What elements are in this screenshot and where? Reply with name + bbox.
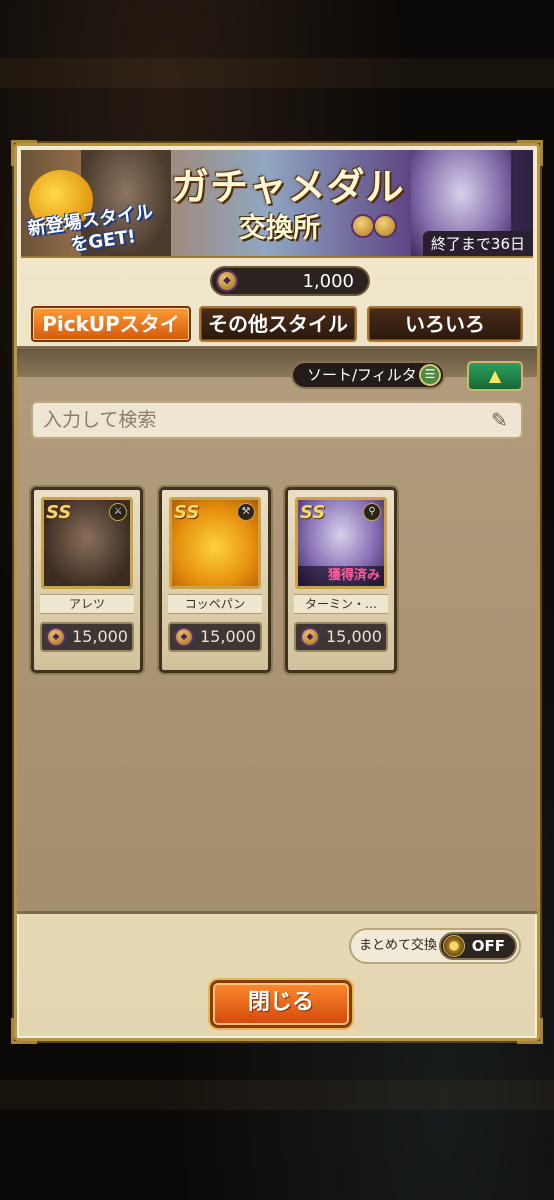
rank-badge: SS [174, 502, 200, 523]
item-list-panel[interactable]: ソート/フィルタ ☰ ▲ 入力して検索 ✎ SS ⚔ アレツ ◆ 15,000 … [17, 346, 537, 914]
toggle-state: OFF [471, 937, 505, 955]
medal-count: 1,000 [302, 271, 354, 292]
bulk-exchange-toggle[interactable]: OFF [439, 932, 517, 960]
style-card[interactable]: SS ⚲ 獲得済み ターミン・… ◆ 15,000 [285, 487, 397, 673]
character-portrait: SS ⚔ [41, 497, 133, 589]
rank-badge: SS [46, 502, 72, 523]
deadline-label: 終了まで36日 [422, 231, 533, 256]
frame-corner [517, 1018, 543, 1044]
gacha-medal-icon: ◆ [216, 270, 238, 292]
owned-badge: 獲得済み [298, 566, 384, 586]
character-name: ターミン・… [294, 594, 388, 614]
staff-icon: ⚲ [363, 503, 381, 521]
rank-badge: SS [300, 502, 326, 523]
character-portrait: SS ⚲ 獲得済み [295, 497, 387, 589]
style-card[interactable]: SS ⚔ アレツ ◆ 15,000 [31, 487, 143, 673]
medal-exchange-dialog: ガチャメダル 交換所 新登場スタイル をGET! 終了まで36日 ◆ 1,000… [11, 140, 543, 1044]
gacha-medal-icon: ◆ [300, 627, 320, 647]
close-button[interactable]: 閉じる [210, 980, 352, 1028]
triangle-up-icon: ▲ [488, 366, 502, 385]
cost-value: 15,000 [72, 627, 128, 646]
toggle-knob [443, 935, 465, 957]
edit-icon[interactable]: ✎ [491, 409, 515, 431]
medal-cost: ◆ 15,000 [168, 622, 262, 652]
banner-title: ガチャメダル [171, 164, 405, 209]
gacha-medal-icon [373, 214, 397, 238]
medal-count-display: ◆ 1,000 [210, 266, 370, 296]
tab-pickup-style[interactable]: PickUPスタイル [31, 306, 191, 368]
medal-cost: ◆ 15,000 [40, 622, 134, 652]
banner-subtitle: 交換所 [239, 213, 320, 244]
character-name: アレツ [40, 594, 134, 614]
tab-misc[interactable]: いろいろ [367, 306, 523, 342]
gacha-medal-icon: ◆ [174, 627, 194, 647]
character-name: コッペパン [168, 594, 262, 614]
axe-icon: ⚒ [237, 503, 255, 521]
background-decoration [0, 1080, 554, 1110]
style-card[interactable]: SS ⚒ コッペパン ◆ 15,000 [159, 487, 271, 673]
search-input[interactable]: 入力して検索 ✎ [31, 401, 523, 439]
character-portrait: SS ⚒ [169, 497, 261, 589]
background-decoration [0, 58, 554, 88]
sort-filter-button[interactable]: ソート/フィルタ ☰ [291, 361, 445, 389]
event-banner: ガチャメダル 交換所 新登場スタイル をGET! 終了まで36日 [21, 150, 533, 258]
sword-icon: ⚔ [109, 503, 127, 521]
sort-filter-label: ソート/フィルタ [307, 366, 417, 384]
collapse-button[interactable]: ▲ [467, 361, 523, 391]
medal-cost: ◆ 15,000 [294, 622, 388, 652]
frame-corner [11, 1018, 37, 1044]
cost-value: 15,000 [200, 627, 256, 646]
gacha-medal-icon: ◆ [46, 627, 66, 647]
bulk-exchange-label: まとめて交換 [359, 938, 438, 953]
search-placeholder: 入力して検索 [43, 409, 157, 431]
panel-header-strip [17, 349, 537, 377]
menu-icon: ☰ [419, 364, 441, 386]
bulk-exchange-control: まとめて交換 OFF [349, 928, 521, 964]
cost-value: 15,000 [326, 627, 382, 646]
tab-other-style[interactable]: その他スタイル [199, 306, 357, 342]
gacha-medal-icon [351, 214, 375, 238]
